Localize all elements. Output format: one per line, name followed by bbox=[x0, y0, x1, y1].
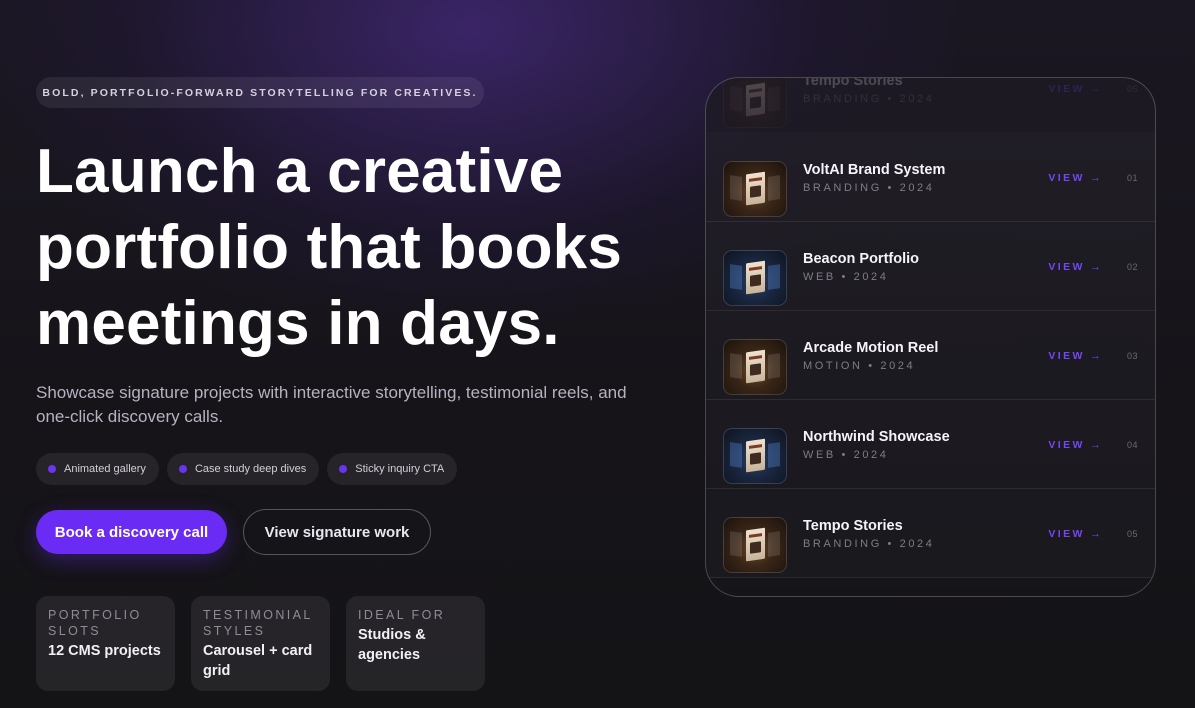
project-number: 04 bbox=[1126, 440, 1138, 450]
project-title: Arcade Motion Reel bbox=[803, 340, 939, 356]
project-thumbnail bbox=[723, 250, 787, 306]
view-project-link[interactable]: VIEW → bbox=[1048, 528, 1103, 540]
book-discovery-call-button[interactable]: Book a discovery call bbox=[36, 510, 227, 554]
hero-eyebrow-pill: BOLD, PORTFOLIO-FORWARD STORYTELLING FOR… bbox=[36, 77, 484, 108]
feature-chip-case-study: Case study deep dives bbox=[166, 453, 320, 485]
view-project-link[interactable]: VIEW → bbox=[1048, 350, 1103, 362]
project-title: Tempo Stories bbox=[803, 518, 903, 534]
project-row[interactable]: Northwind Showcase WEB • 2024 VIEW → 04 bbox=[706, 400, 1155, 489]
project-meta: VoltAI Brand System BRANDING • 2024 bbox=[803, 161, 945, 194]
stat-card-testimonial-styles: TESTIMONIAL STYLES Carousel + card grid bbox=[191, 596, 330, 691]
project-number: 05 bbox=[1126, 84, 1138, 94]
view-project-link[interactable]: VIEW → bbox=[1048, 261, 1103, 273]
project-category: BRANDING • 2024 bbox=[803, 538, 935, 550]
project-row[interactable]: Beacon Portfolio WEB • 2024 VIEW → 02 bbox=[706, 222, 1155, 311]
project-showcase-panel[interactable]: Tempo Stories BRANDING • 2024 VIEW → 05 … bbox=[705, 77, 1156, 597]
stat-value: Carousel + card grid bbox=[203, 643, 313, 679]
project-meta: Beacon Portfolio WEB • 2024 bbox=[803, 250, 919, 283]
project-title: Beacon Portfolio bbox=[803, 251, 920, 267]
project-thumbnail bbox=[723, 428, 787, 484]
stat-label: PORTFOLIO SLOTS bbox=[48, 608, 142, 638]
bullet-dot-icon bbox=[339, 465, 348, 473]
view-signature-work-button[interactable]: View signature work bbox=[243, 509, 431, 555]
project-category: WEB • 2024 bbox=[803, 449, 889, 461]
view-project-link[interactable]: VIEW → bbox=[1048, 439, 1103, 451]
project-meta: Arcade Motion Reel MOTION • 2024 bbox=[803, 339, 938, 372]
project-thumbnail bbox=[723, 517, 787, 573]
project-number: 01 bbox=[1126, 173, 1138, 183]
bullet-dot-icon bbox=[178, 465, 187, 473]
hero-headline: Launch a creative portfolio that books m… bbox=[36, 137, 623, 358]
project-category: BRANDING • 2024 bbox=[803, 182, 935, 194]
feature-chips: Animated gallery Case study deep dives S… bbox=[36, 453, 458, 485]
stats-cards: PORTFOLIO SLOTS 12 CMS projects TESTIMON… bbox=[36, 596, 485, 691]
project-row[interactable]: Arcade Motion Reel MOTION • 2024 VIEW → … bbox=[706, 311, 1155, 400]
project-row[interactable]: Tempo Stories BRANDING • 2024 VIEW → 05 bbox=[706, 77, 1155, 133]
project-row[interactable]: VoltAI Brand System BRANDING • 2024 VIEW… bbox=[706, 133, 1155, 222]
stat-label: TESTIMONIAL STYLES bbox=[203, 608, 313, 638]
feature-chip-animated-gallery: Animated gallery bbox=[36, 453, 159, 485]
project-category: MOTION • 2024 bbox=[803, 360, 916, 372]
project-number: 05 bbox=[1126, 529, 1138, 539]
feature-chip-label: Case study deep dives bbox=[194, 463, 307, 475]
project-thumbnail bbox=[723, 161, 787, 217]
project-number: 02 bbox=[1126, 262, 1138, 272]
bullet-dot-icon bbox=[48, 465, 56, 473]
stat-value: Studios & agencies bbox=[358, 627, 426, 663]
project-row[interactable]: Tempo Stories BRANDING • 2024 VIEW → 05 bbox=[706, 489, 1155, 578]
project-title: Tempo Stories bbox=[803, 77, 903, 89]
project-meta: Tempo Stories BRANDING • 2024 bbox=[803, 77, 935, 105]
hero-subtext: Showcase signature projects with interac… bbox=[36, 383, 627, 426]
project-category: WEB • 2024 bbox=[803, 271, 889, 283]
stat-card-ideal-for: IDEAL FOR Studios & agencies bbox=[346, 596, 485, 691]
project-title: Northwind Showcase bbox=[803, 429, 950, 445]
view-project-link[interactable]: VIEW → bbox=[1048, 172, 1103, 184]
project-title: VoltAI Brand System bbox=[803, 162, 946, 178]
feature-chip-label: Sticky inquiry CTA bbox=[355, 463, 445, 475]
project-list: Tempo Stories BRANDING • 2024 VIEW → 05 … bbox=[706, 77, 1155, 578]
project-thumbnail bbox=[723, 78, 787, 128]
project-meta: Northwind Showcase WEB • 2024 bbox=[803, 428, 950, 461]
stat-label: IDEAL FOR bbox=[358, 608, 446, 622]
feature-chip-sticky-cta: Sticky inquiry CTA bbox=[327, 453, 458, 485]
stat-value: 12 CMS projects bbox=[48, 643, 161, 659]
project-number: 03 bbox=[1126, 351, 1138, 361]
view-project-link[interactable]: VIEW → bbox=[1048, 83, 1103, 95]
project-thumbnail bbox=[723, 339, 787, 395]
project-meta: Tempo Stories BRANDING • 2024 bbox=[803, 517, 935, 550]
stat-card-portfolio-slots: PORTFOLIO SLOTS 12 CMS projects bbox=[36, 596, 175, 691]
project-category: BRANDING • 2024 bbox=[803, 93, 935, 105]
feature-chip-label: Animated gallery bbox=[64, 463, 146, 475]
